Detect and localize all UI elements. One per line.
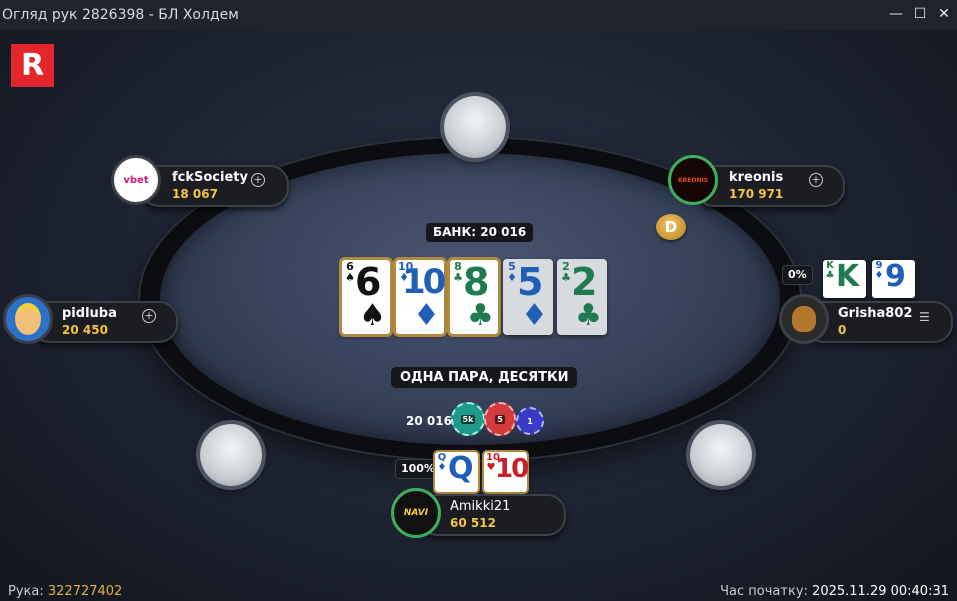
player-stack: 0 bbox=[838, 323, 847, 337]
player-name: kreonis bbox=[729, 170, 784, 185]
add-note-icon[interactable]: + bbox=[809, 173, 823, 187]
empty-seat-top[interactable] bbox=[444, 96, 506, 158]
spade-icon: ♠ bbox=[359, 298, 386, 333]
board-card: 2 ♣ 2 ♣ bbox=[557, 259, 607, 335]
menu-icon[interactable]: ☰ bbox=[919, 310, 930, 324]
club-icon: ♣ bbox=[467, 298, 494, 333]
close-button[interactable]: ✕ bbox=[935, 4, 953, 24]
room-logo-letter: R bbox=[20, 48, 45, 83]
player-stack: 18 067 bbox=[172, 187, 218, 201]
hand-id-footer: Рука: 322727402 bbox=[8, 584, 123, 599]
add-note-icon[interactable]: + bbox=[251, 173, 265, 187]
chip-stack-5: 5 bbox=[484, 402, 516, 436]
board-card: 6 ♠ 6 ♠ bbox=[339, 257, 393, 337]
avatar bbox=[779, 294, 829, 344]
board-card: 5 ♦ 5 ♦ bbox=[503, 259, 553, 335]
chip-stack-5k: 5k bbox=[451, 402, 485, 436]
equity-badge: 0% bbox=[782, 265, 813, 285]
board-card: 8 ♣ 8 ♣ bbox=[447, 257, 501, 337]
hand-result-label: ОДНА ПАРА, ДЕСЯТКИ bbox=[391, 367, 578, 388]
player-stack: 60 512 bbox=[450, 516, 496, 530]
dealer-button: D bbox=[656, 214, 686, 240]
maximize-button[interactable]: ☐ bbox=[911, 4, 929, 24]
diamond-icon: ♦ bbox=[521, 298, 548, 333]
club-icon: ♣ bbox=[575, 298, 602, 333]
empty-seat-bottom-left[interactable] bbox=[200, 424, 262, 486]
hole-card: K ♣ K bbox=[823, 260, 866, 298]
window-controls: — ☐ ✕ bbox=[887, 4, 953, 24]
avatar bbox=[3, 294, 53, 344]
window-titlebar: Огляд рук 2826398 - БЛ Холдем — ☐ ✕ bbox=[0, 0, 957, 30]
player-stack: 20 450 bbox=[62, 323, 108, 337]
avatar: KREONIS bbox=[668, 155, 718, 205]
diamond-icon: ♦ bbox=[413, 298, 440, 333]
room-logo: R bbox=[11, 44, 54, 87]
start-time: 2025.11.29 00:40:31 bbox=[812, 584, 949, 599]
avatar: vbet bbox=[111, 155, 161, 205]
start-time-footer: Час початку: 2025.11.29 00:40:31 bbox=[720, 584, 949, 599]
board-card: 10 ♦ 10 ♦ bbox=[393, 257, 447, 337]
chip-stack-1: 1 bbox=[516, 407, 544, 435]
player-panel-fcksociety[interactable]: fckSociety 18 067 + bbox=[140, 165, 289, 207]
player-name: Amikki21 bbox=[450, 499, 511, 514]
player-name: fckSociety bbox=[172, 170, 248, 185]
chips-total: 20 016 bbox=[406, 414, 452, 428]
window-title: Огляд рук 2826398 - БЛ Холдем bbox=[2, 7, 239, 23]
empty-seat-bottom-right[interactable] bbox=[690, 424, 752, 486]
player-name: pidluba bbox=[62, 306, 117, 321]
player-panel-kreonis[interactable]: kreonis 170 971 + bbox=[695, 165, 845, 207]
hole-card: 9 ♦ 9 bbox=[872, 260, 915, 298]
hole-card: Q ♦ Q bbox=[433, 450, 480, 494]
minimize-button[interactable]: — bbox=[887, 4, 905, 24]
avatar: NAVI bbox=[391, 488, 441, 538]
pot-total: БАНК: 20 016 bbox=[426, 223, 534, 242]
add-note-icon[interactable]: + bbox=[142, 309, 156, 323]
hand-number[interactable]: 322727402 bbox=[48, 584, 122, 599]
player-stack: 170 971 bbox=[729, 187, 784, 201]
player-name: Grisha802 bbox=[838, 306, 913, 321]
hole-card: 10 ♥ 10 bbox=[482, 450, 529, 494]
